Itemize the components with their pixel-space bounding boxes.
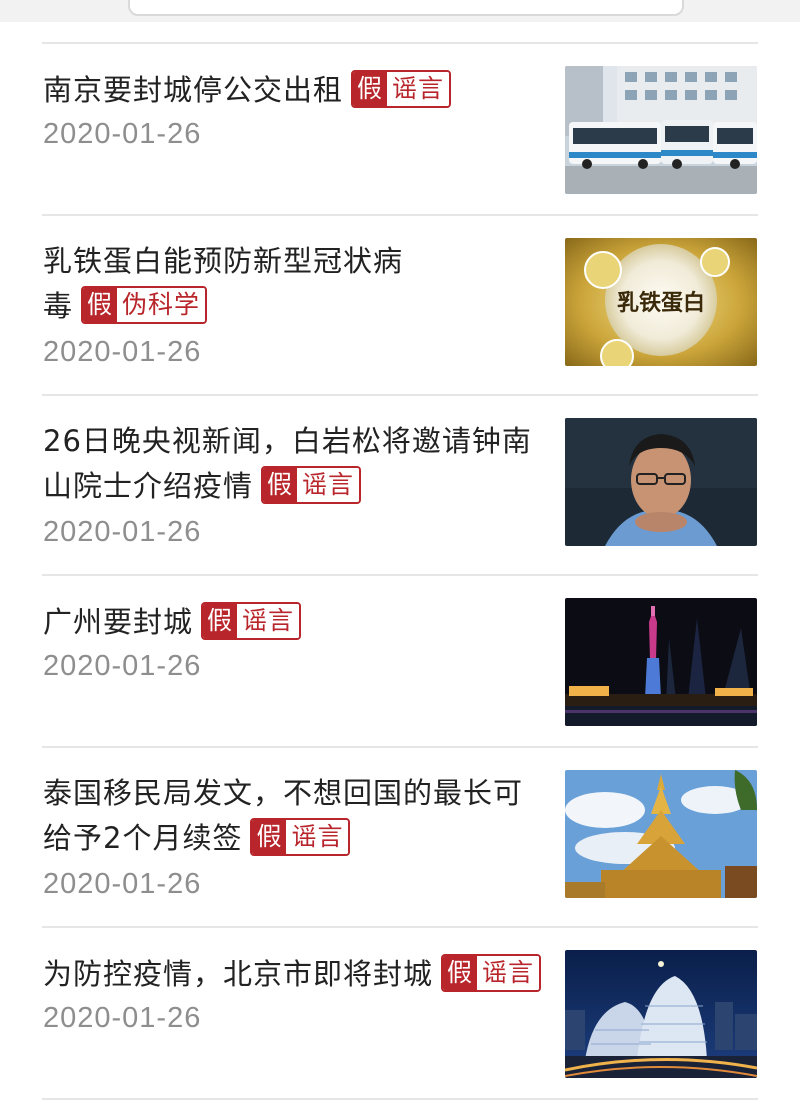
article-title[interactable]: 南京要封城停公交出租假谣言 xyxy=(43,68,543,113)
list-item[interactable]: 为防控疫情，北京市即将封城假谣言 2020-01-26 xyxy=(0,928,800,1100)
lactoferrin-video: 乳铁蛋白 xyxy=(565,238,757,366)
beijing-night-city-photo xyxy=(565,950,757,1078)
article-date: 2020-01-26 xyxy=(43,118,202,150)
list-item[interactable]: 26日晚央视新闻，白岩松将邀请钟南山院士介绍疫情假谣言 2020-01-26 xyxy=(0,396,800,576)
article-date: 2020-01-26 xyxy=(43,336,202,368)
article-title[interactable]: 广州要封城假谣言 xyxy=(43,600,543,645)
list-item[interactable]: 泰国移民局发文，不想回国的最长可给予2个月续签假谣言 2020-01-26 xyxy=(0,748,800,928)
verdict-badge: 假谣言 xyxy=(351,70,452,108)
list-item[interactable]: 乳铁蛋白能预防新型冠状病毒假伪科学 2020-01-26 乳铁蛋白 xyxy=(0,216,800,396)
verdict-badge: 假伪科学 xyxy=(81,286,208,324)
article-thumbnail[interactable] xyxy=(565,418,757,546)
buses-photo xyxy=(565,66,757,194)
divider xyxy=(42,1098,758,1100)
article-date: 2020-01-26 xyxy=(43,868,202,900)
man-portrait-photo xyxy=(565,418,757,546)
article-title[interactable]: 泰国移民局发文，不想回国的最长可给予2个月续签假谣言 xyxy=(43,771,543,861)
verdict-badge: 假谣言 xyxy=(250,818,351,856)
search-box[interactable] xyxy=(128,0,684,16)
golden-pagoda-photo xyxy=(565,770,757,898)
list-item[interactable]: 南京要封城停公交出租假谣言 2020-01-26 xyxy=(0,44,800,216)
verdict-badge: 假谣言 xyxy=(441,954,542,992)
list-item[interactable]: 广州要封城假谣言 2020-01-26 xyxy=(0,576,800,748)
article-date: 2020-01-26 xyxy=(43,650,202,682)
article-thumbnail[interactable] xyxy=(565,770,757,898)
article-thumbnail[interactable] xyxy=(565,598,757,726)
thumbnail-caption: 乳铁蛋白 xyxy=(617,290,705,316)
article-date: 2020-01-26 xyxy=(43,1002,202,1034)
article-title[interactable]: 乳铁蛋白能预防新型冠状病毒假伪科学 xyxy=(43,239,423,329)
verdict-badge: 假谣言 xyxy=(261,466,362,504)
verdict-badge: 假谣言 xyxy=(201,602,302,640)
article-thumbnail[interactable] xyxy=(565,950,757,1078)
top-bar xyxy=(0,0,800,22)
article-thumbnail[interactable] xyxy=(565,66,757,194)
article-date: 2020-01-26 xyxy=(43,516,202,548)
canton-tower-night-photo xyxy=(565,598,757,726)
article-thumbnail[interactable]: 乳铁蛋白 xyxy=(565,238,757,366)
article-title[interactable]: 26日晚央视新闻，白岩松将邀请钟南山院士介绍疫情假谣言 xyxy=(43,419,543,509)
article-title[interactable]: 为防控疫情，北京市即将封城假谣言 xyxy=(43,952,543,997)
